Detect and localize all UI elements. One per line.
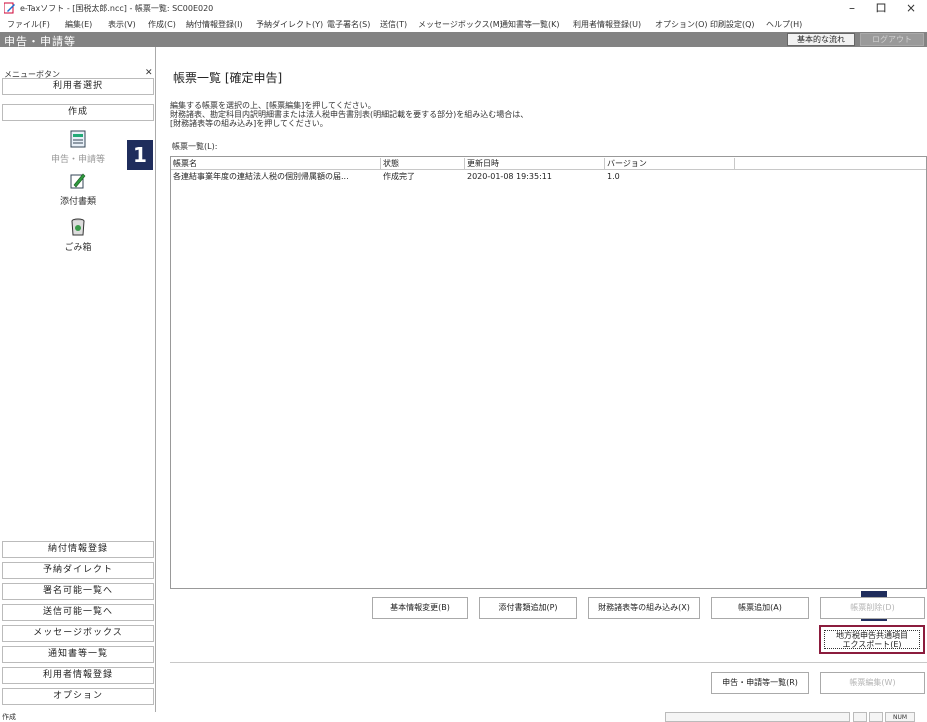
local-tax-export-button[interactable]: 地方税申告共通項目 エクスポート(E) bbox=[819, 625, 925, 654]
sidebar-item-message-box[interactable]: メッセージボックス bbox=[2, 625, 154, 642]
delete-form-button[interactable]: 帳票削除(D) bbox=[820, 597, 925, 619]
column-header-form-name[interactable]: 帳票名 bbox=[171, 158, 381, 169]
form-document-icon bbox=[70, 130, 86, 148]
basic-info-change-button[interactable]: 基本情報変更(B) bbox=[372, 597, 468, 619]
menu-help[interactable]: ヘルプ(H) bbox=[766, 19, 802, 30]
status-panel-small bbox=[869, 712, 883, 722]
logout-button[interactable]: ログアウト bbox=[860, 33, 924, 46]
sidebar-item-prepay-direct[interactable]: 予納ダイレクト bbox=[2, 562, 154, 579]
divider bbox=[170, 662, 927, 663]
menu-bar: ファイル(F) 編集(E) 表示(V) 作成(C) 納付情報登録(I) 予納ダイ… bbox=[0, 16, 927, 32]
menu-file[interactable]: ファイル(F) bbox=[7, 19, 50, 30]
maximize-button[interactable]: ロ bbox=[866, 0, 896, 16]
sidebar-item-attachments[interactable]: 添付書類 bbox=[2, 171, 154, 207]
sidebar-item-sendable-list[interactable]: 送信可能一覧へ bbox=[2, 604, 154, 621]
instruction-line: 財務諸表、勘定科目内訳明細書または法人税申告書別表(明細記載を要する部分)を組み… bbox=[170, 110, 529, 119]
sidebar-item-label: ごみ箱 bbox=[64, 243, 92, 253]
recycle-bin-icon bbox=[71, 218, 85, 236]
etax-app-icon bbox=[4, 2, 15, 14]
export-label-line2: エクスポート(E) bbox=[842, 640, 902, 649]
menu-view[interactable]: 表示(V) bbox=[108, 19, 136, 30]
window-title: e-Taxソフト - [国税太郎.ncc] - 帳票一覧: SC00E020 bbox=[20, 4, 214, 13]
menu-prepay-direct[interactable]: 予納ダイレクト(Y) bbox=[256, 19, 323, 30]
add-form-button[interactable]: 帳票追加(A) bbox=[711, 597, 809, 619]
sidebar-item-trash[interactable]: ごみ箱 bbox=[2, 217, 154, 253]
sidebar-item-signable-list[interactable]: 署名可能一覧へ bbox=[2, 583, 154, 600]
menu-options[interactable]: オプション(O) bbox=[655, 19, 708, 30]
form-list-table[interactable]: 帳票名 状態 更新日時 バージョン 各連結事業年度の連結法人税の個別帰属額の届.… bbox=[170, 156, 927, 589]
close-window-button[interactable]: × bbox=[896, 0, 926, 16]
export-button-label: 地方税申告共通項目 エクスポート(E) bbox=[824, 630, 920, 649]
export-label-line1: 地方税申告共通項目 bbox=[836, 631, 908, 640]
num-lock-indicator: NUM bbox=[885, 712, 915, 722]
cell-updated: 2020-01-08 19:35:11 bbox=[467, 172, 552, 181]
callout-step-1: 1 bbox=[127, 140, 153, 170]
sidebar-item-label: 添付書類 bbox=[59, 197, 96, 207]
menu-payment-info[interactable]: 納付情報登録(I) bbox=[186, 19, 243, 30]
paperclip-icon bbox=[70, 173, 86, 189]
menu-create[interactable]: 作成(C) bbox=[148, 19, 176, 30]
cell-form-name: 各連結事業年度の連結法人税の個別帰属額の届... bbox=[173, 172, 349, 181]
edit-form-button[interactable]: 帳票編集(W) bbox=[820, 672, 925, 694]
column-header-version[interactable]: バージョン bbox=[605, 158, 735, 169]
instruction-line: [財務諸表等の組み込み]を押してください。 bbox=[170, 119, 328, 128]
instructions-text: 編集する帳票を選択の上、[帳票編集]を押してください。 財務諸表、勘定科目内訳明… bbox=[170, 101, 528, 128]
section-banner: 申告・申請等 基本的な流れ ログアウト bbox=[0, 32, 927, 48]
sidebar-close-icon[interactable]: ✕ bbox=[145, 68, 153, 78]
menu-send[interactable]: 送信(T) bbox=[380, 19, 407, 30]
sidebar-item-user-select[interactable]: 利用者選択 bbox=[2, 78, 154, 95]
cell-version: 1.0 bbox=[607, 172, 620, 181]
menu-print-settings[interactable]: 印刷設定(Q) bbox=[710, 19, 755, 30]
column-header-updated[interactable]: 更新日時 bbox=[465, 158, 605, 169]
sidebar-item-user-info[interactable]: 利用者情報登録 bbox=[2, 667, 154, 684]
status-text: 作成 bbox=[2, 713, 16, 721]
menu-notice-list[interactable]: 通知書等一覧(K) bbox=[500, 19, 560, 30]
cell-status: 作成完了 bbox=[383, 172, 415, 181]
column-header-status[interactable]: 状態 bbox=[381, 158, 465, 169]
table-row[interactable]: 各連結事業年度の連結法人税の個別帰属額の届... 作成完了 2020-01-08… bbox=[171, 171, 926, 183]
sidebar-item-payment-info[interactable]: 納付情報登録 bbox=[2, 541, 154, 558]
sidebar-item-notice-list[interactable]: 通知書等一覧 bbox=[2, 646, 154, 663]
minimize-button[interactable]: – bbox=[837, 0, 867, 16]
instruction-line: 編集する帳票を選択の上、[帳票編集]を押してください。 bbox=[170, 101, 376, 110]
status-panel bbox=[665, 712, 850, 722]
page-title: 帳票一覧 [確定申告] bbox=[173, 71, 283, 85]
sidebar-item-options[interactable]: オプション bbox=[2, 688, 154, 705]
menu-user-info[interactable]: 利用者情報登録(U) bbox=[573, 19, 641, 30]
menu-message-box[interactable]: メッセージボックス(M) bbox=[418, 19, 503, 30]
import-financials-button[interactable]: 財務諸表等の組み込み(X) bbox=[588, 597, 700, 619]
menu-edit[interactable]: 編集(E) bbox=[65, 19, 92, 30]
sidebar-item-create[interactable]: 作成 bbox=[2, 104, 154, 121]
title-bar: e-Taxソフト - [国税太郎.ncc] - 帳票一覧: SC00E020 –… bbox=[0, 0, 927, 16]
status-bar: 作成 NUM bbox=[0, 712, 927, 722]
status-panel-small bbox=[853, 712, 867, 722]
table-header: 帳票名 状態 更新日時 バージョン bbox=[171, 157, 926, 170]
add-attachment-button[interactable]: 添付書類追加(P) bbox=[479, 597, 577, 619]
form-list-label: 帳票一覧(L): bbox=[172, 142, 218, 151]
menu-digital-signature[interactable]: 電子署名(S) bbox=[327, 19, 370, 30]
basic-flow-button[interactable]: 基本的な流れ bbox=[787, 33, 855, 46]
filing-list-button[interactable]: 申告・申請等一覧(R) bbox=[711, 672, 809, 694]
